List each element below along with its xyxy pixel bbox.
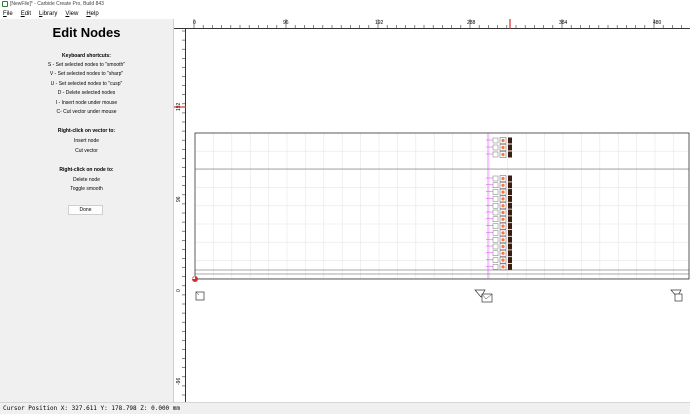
- panel-heading: Edit Nodes: [52, 25, 121, 40]
- menu-file[interactable]: File: [3, 9, 13, 19]
- app-icon: [2, 1, 8, 7]
- title-bar: [NewFile]* - Carbide Create Pro, Build 8…: [0, 0, 690, 9]
- selected-nodes[interactable]: [486, 137, 512, 271]
- window-title: [NewFile]* - Carbide Create Pro, Build 8…: [10, 1, 104, 7]
- shortcut-delete: D - Delete selected nodes: [57, 90, 116, 96]
- design-canvas[interactable]: 0 96 192 288 384 480 192 96 0 -96: [173, 19, 690, 402]
- done-button[interactable]: Done: [68, 205, 103, 215]
- view-corner-icon-right[interactable]: [670, 289, 683, 302]
- shortcut-cusp: U - Set selected nodes to "cusp": [50, 81, 123, 87]
- horizontal-ruler-ticks: [193, 19, 682, 29]
- view-corner-icon-middle[interactable]: [474, 289, 493, 303]
- cursor-position-readout: Cursor Position X: 327.611 Y: 178.798 Z:…: [3, 405, 181, 412]
- vertical-ruler-ticks: [174, 30, 186, 396]
- menu-help[interactable]: Help: [86, 9, 98, 19]
- menu-edit[interactable]: Edit: [21, 9, 31, 19]
- view-corner-icon-left[interactable]: [195, 291, 205, 301]
- edit-nodes-panel: Edit Nodes Keyboard shortcuts: S - Set s…: [0, 19, 173, 402]
- stock-grid: [195, 133, 689, 279]
- application-window: [NewFile]* - Carbide Create Pro, Build 8…: [0, 0, 690, 414]
- node-action-delete: Delete node: [73, 177, 100, 183]
- shortcut-insert: I - Insert node under mouse: [55, 100, 118, 106]
- shortcuts-title: Keyboard shortcuts:: [62, 53, 111, 59]
- node-actions-title: Right-click on node to:: [59, 167, 114, 173]
- horizontal-ruler: 0 96 192 288 384 480: [174, 19, 690, 29]
- menu-view[interactable]: View: [65, 9, 78, 19]
- vector-action-insert-node: Insert node: [73, 138, 100, 144]
- vector-actions-title: Right-click on vector to:: [57, 128, 116, 134]
- shortcut-smooth: S - Set selected nodes to "smooth": [47, 62, 126, 68]
- canvas-drawing[interactable]: [186, 29, 690, 402]
- menu-library[interactable]: Library: [39, 9, 57, 19]
- node-action-toggle-smooth: Toggle smooth: [70, 186, 103, 192]
- vector-action-cut-vector: Cut vector: [75, 148, 98, 154]
- shortcut-cut: C- Cut vector under mouse: [56, 109, 117, 115]
- status-bar: Cursor Position X: 327.611 Y: 178.798 Z:…: [0, 402, 690, 414]
- shortcut-sharp: V - Set selected nodes to "sharp": [49, 71, 124, 77]
- vertical-ruler: 192 96 0 -96: [174, 29, 186, 402]
- menu-bar: File Edit Library View Help: [0, 9, 690, 19]
